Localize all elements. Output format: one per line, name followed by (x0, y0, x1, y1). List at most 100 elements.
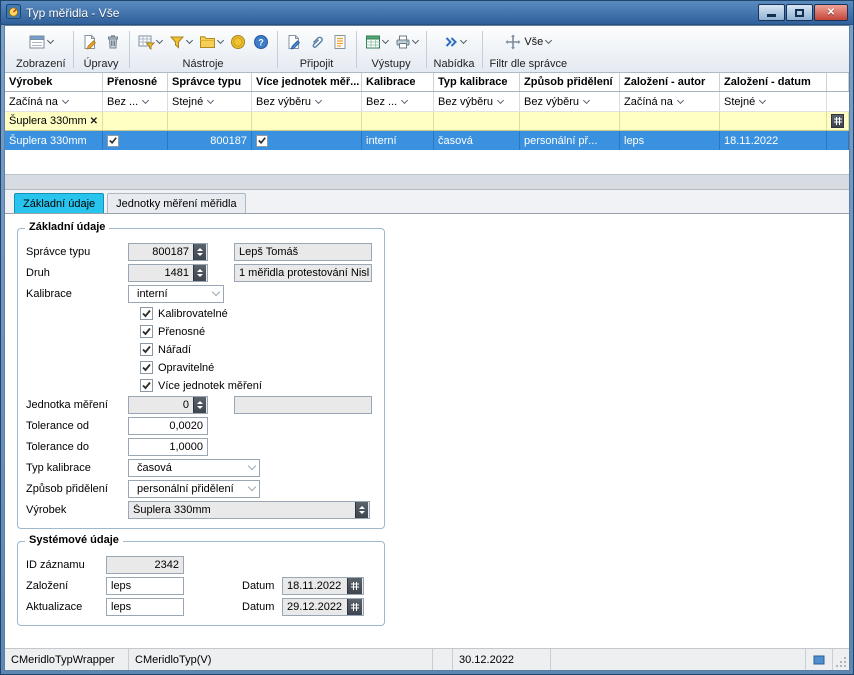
column-header-vyrobek[interactable]: Výrobek (5, 73, 103, 91)
filter-operator-prenosne[interactable]: Bez ... (103, 92, 168, 111)
filter-manager-select[interactable]: Vše (504, 33, 552, 51)
aktualizace-autor-field[interactable]: leps (106, 598, 184, 616)
filter-operator-typ-kalibrace[interactable]: Bez výběru (434, 92, 520, 111)
tab-zakladni-udaje[interactable]: Základní údaje (14, 193, 104, 213)
maximize-button[interactable] (786, 4, 813, 21)
spinner-button[interactable] (193, 397, 206, 413)
column-header-zpusob-prideleni[interactable]: Způsob přidělení (520, 73, 620, 91)
filter-input-zalozeni-datum[interactable] (720, 112, 827, 130)
column-header-prenosne[interactable]: Přenosné (103, 73, 168, 91)
lookup-button[interactable] (355, 502, 368, 518)
filter-input-prenosne[interactable] (103, 112, 168, 130)
filter-operator-spravce-typu[interactable]: Stejné (168, 92, 252, 111)
filter-input-vyrobek[interactable]: Šuplera 330mm✕ (5, 112, 103, 130)
grid-filter-button[interactable] (137, 33, 163, 51)
spinner-button[interactable] (193, 244, 206, 260)
column-header-typ-kalibrace[interactable]: Typ kalibrace (434, 73, 520, 91)
filter-input-typ-kalibrace[interactable] (434, 112, 520, 130)
column-header-zalozeni-datum[interactable]: Založení - datum (720, 73, 827, 91)
cell-filler (827, 131, 849, 150)
zalozeni-autor-field[interactable]: leps (106, 577, 184, 595)
checkbox-naradi[interactable]: Nářadí (140, 343, 191, 356)
column-header-spravce-typu[interactable]: Správce typu (168, 73, 252, 91)
cell-zalozeni-datum[interactable]: 18.11.2022 (720, 131, 827, 150)
splitter[interactable] (5, 174, 849, 190)
tolerance-od-input[interactable]: 0,0020 (128, 417, 208, 435)
zalozeni-datum-field[interactable]: 18.11.2022 (282, 577, 364, 595)
typ-kalibrace-select[interactable]: časová (128, 459, 260, 477)
checkbox-checked-icon[interactable] (140, 379, 153, 392)
notes-button[interactable] (331, 33, 349, 51)
checkbox-opravitelne[interactable]: Opravitelné (140, 361, 214, 374)
spravce-typu-name-field[interactable]: Lepš Tomáš (234, 243, 372, 261)
cell-kalibrace[interactable]: interní (362, 131, 434, 150)
jednotka-mereni-input[interactable]: 0 (128, 396, 208, 414)
field-value: 800187 (129, 246, 193, 258)
filter-operator-zalozeni-datum[interactable]: Stejné (720, 92, 827, 111)
cell-vice-jednotek[interactable] (252, 131, 362, 150)
tab-jednotky-mereni[interactable]: Jednotky měření měřidla (107, 193, 245, 213)
checkbox-checked-icon[interactable] (107, 135, 119, 147)
filter-input-spravce-typu[interactable] (168, 112, 252, 130)
checkbox-checked-icon[interactable] (140, 361, 153, 374)
resize-grip[interactable] (833, 649, 849, 670)
checkbox-kalibrovatelne[interactable]: Kalibrovatelné (140, 307, 228, 320)
druh-name-field[interactable]: 1 měřidla protestování Nisl (234, 264, 372, 282)
cell-zalozeni-autor[interactable]: leps (620, 131, 720, 150)
checkbox-checked-icon[interactable] (256, 135, 268, 147)
filter-operator-vice-jednotek[interactable]: Bez výběru (252, 92, 362, 111)
checkbox-checked-icon[interactable] (140, 325, 153, 338)
kalibrace-select[interactable]: interní (128, 285, 224, 303)
aktualizace-datum-field[interactable]: 29.12.2022 (282, 598, 364, 616)
calendar-button[interactable] (347, 599, 362, 615)
attach-document-button[interactable] (285, 33, 303, 51)
close-button[interactable]: ✕ (814, 4, 848, 21)
filter-operator-zalozeni-autor[interactable]: Začíná na (620, 92, 720, 111)
clear-filter-icon[interactable]: ✕ (87, 116, 98, 127)
currency-button[interactable] (229, 33, 247, 51)
zpusob-prideleni-select[interactable]: personální přidělení (128, 480, 260, 498)
filter-operator-vyrobek[interactable]: Začíná na (5, 92, 103, 111)
status-panel-icon[interactable] (805, 649, 833, 670)
filter-row-menu-button[interactable] (831, 114, 844, 128)
spinner-button[interactable] (193, 265, 206, 281)
menu-button[interactable] (442, 33, 467, 51)
checkbox-checked-icon[interactable] (140, 343, 153, 356)
column-header-zalozeni-autor[interactable]: Založení - autor (620, 73, 720, 91)
attach-button[interactable] (308, 33, 326, 51)
export-excel-button[interactable] (364, 33, 389, 51)
checkbox-checked-icon[interactable] (140, 307, 153, 320)
table-row[interactable]: Šuplera 330mm 800187 interní časová pers… (5, 131, 849, 150)
filter-operator-zpusob-prideleni[interactable]: Bez výběru (520, 92, 620, 111)
column-header-vice-jednotek[interactable]: Více jednotek měř... (252, 73, 362, 91)
cell-typ-kalibrace[interactable]: časová (434, 131, 520, 150)
help-button[interactable]: ? (252, 33, 270, 51)
open-folder-button[interactable] (198, 33, 224, 51)
cell-spravce-typu[interactable]: 800187 (168, 131, 252, 150)
titlebar[interactable]: Typ měřidla - Vše ✕ (1, 1, 853, 25)
cell-vyrobek[interactable]: Šuplera 330mm (5, 131, 103, 150)
column-header-kalibrace[interactable]: Kalibrace (362, 73, 434, 91)
minimize-button[interactable] (758, 4, 785, 21)
delete-button[interactable] (104, 33, 122, 51)
tolerance-do-input[interactable]: 1,0000 (128, 438, 208, 456)
vyrobek-input[interactable]: Šuplera 330mm (128, 501, 370, 519)
field-value: Šuplera 330mm (129, 504, 355, 516)
zobrazeni-button[interactable] (28, 33, 54, 51)
calendar-button[interactable] (347, 578, 362, 594)
filter-button[interactable] (168, 33, 193, 51)
edit-button[interactable] (81, 33, 99, 51)
filter-operator-kalibrace[interactable]: Bez ... (362, 92, 434, 111)
cell-zpusob-prideleni[interactable]: personální př... (520, 131, 620, 150)
spravce-typu-input[interactable]: 800187 (128, 243, 208, 261)
print-button[interactable] (394, 33, 419, 51)
filter-input-kalibrace[interactable] (362, 112, 434, 130)
filter-input-zpusob-prideleni[interactable] (520, 112, 620, 130)
checkbox-prenosne[interactable]: Přenosné (140, 325, 205, 338)
jednotka-mereni-name-field[interactable] (234, 396, 372, 414)
filter-input-zalozeni-autor[interactable] (620, 112, 720, 130)
filter-input-vice-jednotek[interactable] (252, 112, 362, 130)
druh-input[interactable]: 1481 (128, 264, 208, 282)
cell-prenosne[interactable] (103, 131, 168, 150)
checkbox-vice-jednotek[interactable]: Více jednotek měření (140, 379, 262, 392)
